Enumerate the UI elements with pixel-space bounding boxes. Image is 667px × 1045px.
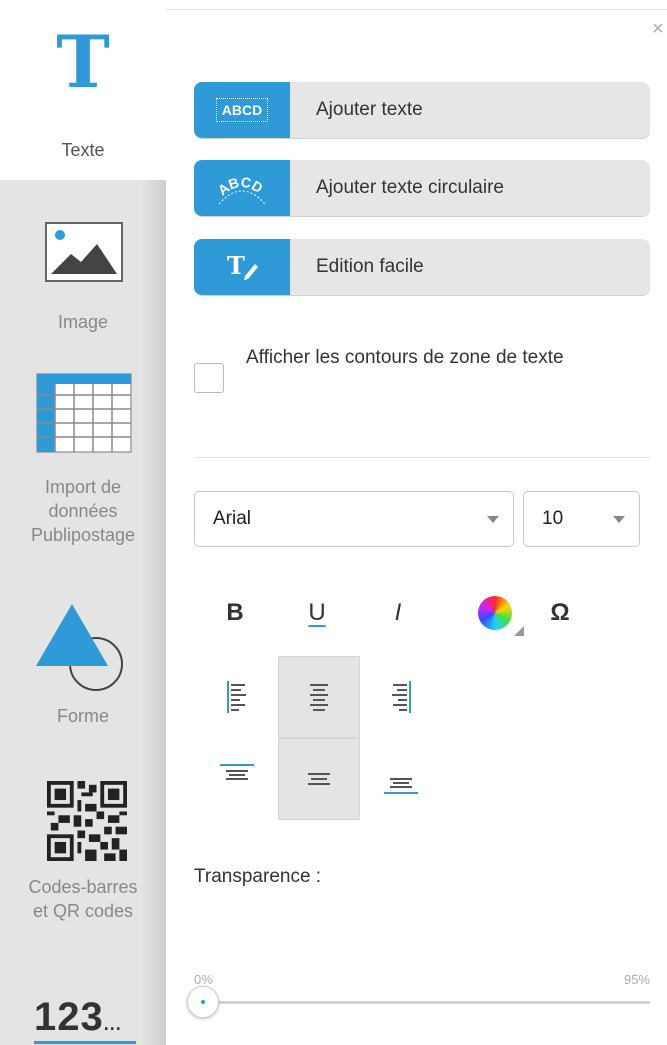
align-left-icon [227, 681, 246, 713]
sidebar-item-label: Codes-barres et QR codes [28, 877, 138, 921]
add-circular-text-button[interactable]: ABCD Ajouter texte circulaire [194, 160, 650, 216]
table-grid-icon [36, 373, 132, 453]
font-family-value: Arial [213, 508, 252, 529]
sidebar-item-numbering[interactable]: 123... [0, 985, 166, 1045]
close-icon[interactable]: × [652, 18, 664, 41]
easy-edit-button[interactable]: T Edition facile [194, 239, 650, 295]
font-family-select[interactable]: Arial [194, 491, 514, 547]
transparency-label: Transparence : [194, 866, 322, 887]
add-circular-text-label: Ajouter texte circulaire [316, 177, 504, 198]
chevron-down-icon [613, 516, 625, 523]
sidebar-item-forme[interactable]: Forme [0, 600, 166, 740]
color-wheel-icon [478, 596, 512, 630]
dropdown-corner-icon [514, 626, 524, 636]
shape-icon [36, 604, 123, 691]
valign-top-icon [220, 764, 254, 780]
circular-text-icon: ABCD [194, 160, 290, 216]
show-outlines-label: Afficher les contours de zone de texte [246, 347, 564, 368]
image-icon [45, 222, 123, 282]
slider-min-label: 0% [194, 972, 213, 987]
svg-text:ABCD: ABCD [215, 174, 266, 199]
bold-button[interactable]: B [205, 588, 265, 638]
sidebar-item-label: Texte [61, 140, 105, 160]
svg-text:T: T [227, 251, 245, 280]
slider-max-label: 95% [623, 972, 650, 987]
sidebar-item-import-donnees[interactable]: Import de données Publipostage [0, 365, 166, 565]
divider [194, 457, 650, 458]
slider-handle[interactable] [187, 986, 219, 1018]
easy-edit-label: Edition facile [316, 256, 424, 277]
text-color-button[interactable] [465, 588, 525, 638]
sidebar-item-codes-barres[interactable]: Codes-barres et QR codes [0, 775, 166, 945]
valign-middle-icon [308, 773, 330, 785]
sidebar-item-label: Image [57, 312, 109, 332]
valign-bottom-button[interactable] [360, 738, 442, 820]
numbering-underline [34, 1041, 136, 1044]
sidebar: T Texte Image Import de données Publipos… [0, 0, 166, 1045]
align-center-button[interactable] [278, 656, 360, 738]
chevron-down-icon [487, 516, 499, 523]
panel-top-border [166, 9, 667, 10]
show-outlines-checkbox[interactable] [194, 363, 224, 393]
slider-track[interactable] [200, 1001, 650, 1004]
align-center-icon [310, 684, 328, 711]
italic-button[interactable]: I [368, 588, 428, 638]
numbering-icon: 123... [34, 995, 122, 1039]
abcd-box-icon: ABCD [194, 82, 290, 138]
align-right-button[interactable] [360, 656, 442, 738]
font-size-value: 10 [542, 508, 564, 529]
underline-button[interactable]: U [287, 588, 347, 638]
special-character-button[interactable]: Ω [530, 588, 590, 638]
add-text-label: Ajouter texte [316, 99, 423, 120]
valign-top-button[interactable] [196, 738, 278, 820]
align-left-button[interactable] [196, 656, 278, 738]
align-right-icon [392, 681, 411, 713]
add-text-button[interactable]: ABCD Ajouter texte [194, 82, 650, 138]
sidebar-item-label: Forme [56, 706, 109, 726]
font-size-select[interactable]: 10 [523, 491, 640, 547]
valign-middle-button[interactable] [278, 738, 360, 820]
text-t-icon: T [56, 19, 110, 104]
valign-bottom-icon [384, 778, 418, 794]
transparency-slider[interactable]: 0% 95% [187, 972, 652, 1032]
sidebar-item-label: Import de données Publipostage [30, 477, 136, 545]
text-pencil-icon: T [194, 239, 290, 295]
qr-code-icon [47, 781, 127, 861]
sidebar-item-image[interactable]: Image [0, 200, 166, 340]
sidebar-item-texte[interactable]: T Texte [0, 0, 166, 180]
